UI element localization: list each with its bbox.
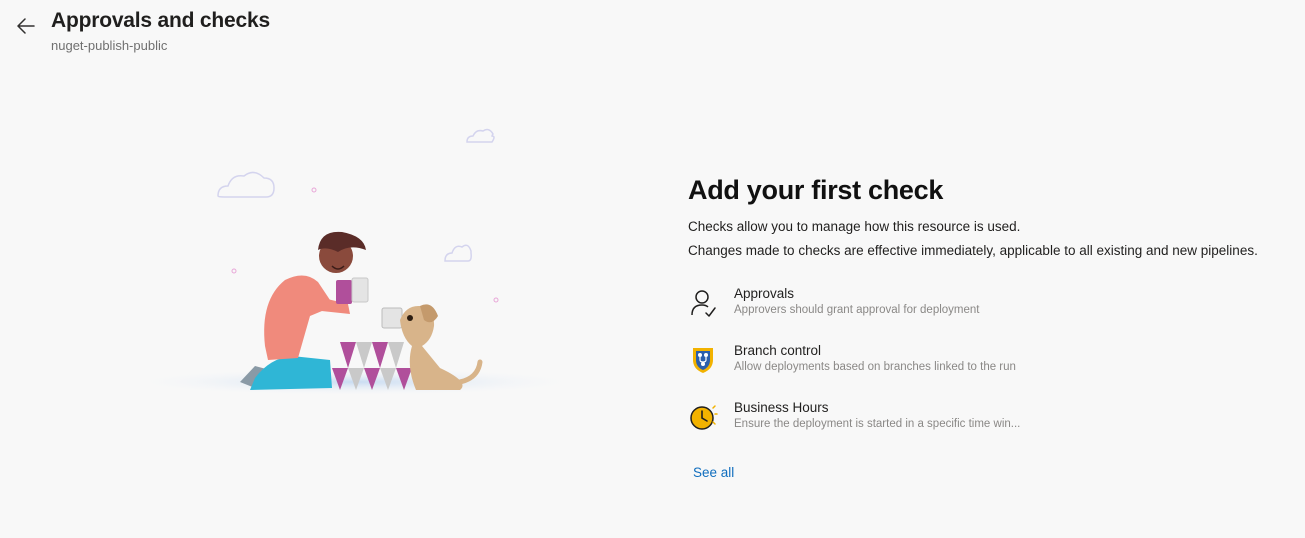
check-item-business-hours[interactable]: Business Hours Ensure the deployment is …	[688, 398, 1298, 455]
check-item-branch-control[interactable]: Branch control Allow deployments based o…	[688, 341, 1298, 398]
panel-description-2: Changes made to checks are effective imm…	[688, 243, 1258, 258]
branch-shield-icon	[688, 345, 718, 375]
page-subtitle: nuget-publish-public	[51, 38, 168, 53]
panel-heading: Add your first check	[688, 175, 944, 205]
empty-state-illustration	[120, 120, 600, 410]
check-list: Approvals Approvers should grant approva…	[688, 284, 1298, 455]
check-text-branch-control: Branch control Allow deployments based o…	[734, 341, 1016, 373]
check-item-approvals[interactable]: Approvals Approvers should grant approva…	[688, 284, 1298, 341]
page-header: Approvals and checks nuget-publish-publi…	[0, 0, 1305, 60]
arrow-left-icon	[17, 18, 35, 34]
back-button[interactable]	[12, 12, 40, 40]
check-description: Allow deployments based on branches link…	[734, 361, 1016, 373]
person-check-icon	[688, 288, 718, 318]
check-text-business-hours: Business Hours Ensure the deployment is …	[734, 398, 1020, 430]
cloud-left	[217, 171, 275, 198]
cloud-right	[444, 244, 472, 262]
clock-icon	[688, 402, 718, 432]
check-description: Approvers should grant approval for depl…	[734, 304, 980, 316]
page-title: Approvals and checks	[51, 9, 270, 32]
check-name: Approvals	[734, 286, 795, 301]
check-description: Ensure the deployment is started in a sp…	[734, 418, 1021, 430]
cloud-top	[466, 128, 495, 143]
person-figure	[240, 231, 369, 390]
check-name: Branch control	[734, 343, 822, 358]
check-text-approvals: Approvals Approvers should grant approva…	[734, 284, 979, 316]
add-check-panel: Add your first check Checks allow you to…	[688, 175, 1298, 482]
check-name: Business Hours	[734, 400, 829, 415]
panel-description-1: Checks allow you to manage how this reso…	[688, 219, 1021, 234]
see-all-link[interactable]: See all	[693, 465, 734, 480]
